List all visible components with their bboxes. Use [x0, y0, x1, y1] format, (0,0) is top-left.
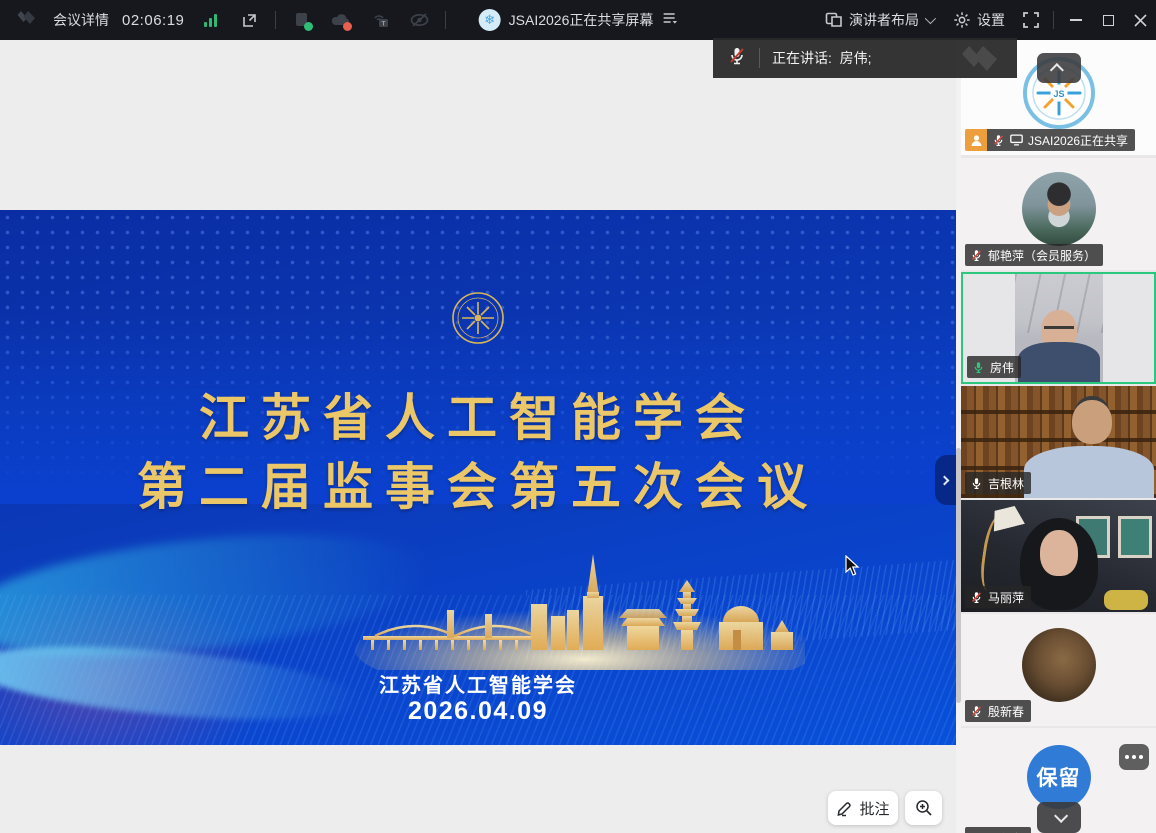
participant-label: 叶保留	[965, 827, 1031, 833]
participant-video	[1015, 274, 1103, 382]
share-options-icon[interactable]	[661, 11, 677, 30]
minimize-button[interactable]	[1060, 0, 1092, 40]
participant-label: 吉根林	[965, 472, 1031, 494]
muted-mic-icon	[727, 46, 747, 71]
chevron-down-icon	[925, 13, 936, 24]
speaking-label: 正在讲话:	[772, 50, 832, 66]
slide-title-line1: 江苏省人工智能学会	[0, 378, 956, 450]
layout-button[interactable]: 演讲者布局	[815, 0, 943, 40]
participant-tile-yinxinchun[interactable]: 殷新春	[961, 614, 1156, 726]
speaking-name: 房伟;	[840, 50, 872, 66]
gear-icon	[953, 11, 971, 29]
hide-view-eye-off-icon[interactable]	[406, 6, 432, 34]
meeting-timer: 02:06:19	[122, 12, 184, 29]
settings-button[interactable]: 设置	[943, 0, 1015, 40]
pen-icon	[836, 800, 853, 817]
scroll-up-button[interactable]	[1037, 53, 1081, 83]
participant-photo-avatar	[1022, 628, 1096, 702]
share-status-text: JSAI2026正在共享屏幕	[509, 10, 654, 30]
meeting-window: 会议详情 02:06:19 T	[0, 0, 1156, 833]
settings-button-label: 设置	[977, 10, 1005, 30]
annotate-button[interactable]: 批注	[828, 791, 898, 825]
slide-footer-org: 江苏省人工智能学会	[0, 669, 956, 698]
muted-mic-icon	[970, 705, 983, 718]
participant-tile-fangwei[interactable]: 房伟	[961, 272, 1156, 384]
sidebar-expand-handle[interactable]	[935, 455, 956, 505]
active-mic-icon	[972, 361, 985, 374]
mouse-cursor	[845, 555, 861, 582]
open-external-icon[interactable]	[236, 6, 262, 34]
svg-text:JS: JS	[1053, 89, 1064, 99]
muted-mic-icon	[970, 249, 983, 262]
close-button[interactable]	[1124, 0, 1156, 40]
slide-title-line2: 第二届监事会第五次会议	[0, 447, 956, 519]
zoom-in-button[interactable]	[905, 791, 942, 825]
participant-label: 郁艳萍（会员服务）	[965, 244, 1103, 266]
muted-mic-icon	[970, 591, 983, 604]
watermark-logo-icon	[957, 42, 1009, 78]
recording-status-icon[interactable]	[289, 6, 315, 34]
magnifier-plus-icon	[915, 799, 933, 817]
app-logo-icon	[14, 9, 40, 32]
participant-label: JSAI2026正在共享	[987, 129, 1135, 151]
svg-text:T: T	[381, 21, 385, 28]
shared-screen-area: 江苏省人工智能学会 第二届监事会第五次会议	[0, 40, 956, 833]
association-emblem-icon	[450, 290, 506, 351]
participant-label: 马丽萍	[965, 586, 1031, 608]
annotate-button-label: 批注	[859, 798, 889, 819]
participant-tile-maliping[interactable]: 马丽萍	[961, 500, 1156, 612]
participants-sidebar: JS JSAI2026正在共享 郁艳萍（会员服务）	[961, 40, 1156, 833]
participant-label: 殷新春	[965, 700, 1031, 722]
city-skyline-graphic	[335, 552, 805, 675]
participant-photo-avatar	[1022, 172, 1096, 246]
muted-mic-icon	[992, 134, 1005, 147]
maximize-button[interactable]	[1092, 0, 1124, 40]
captions-icon[interactable]: T	[367, 6, 393, 34]
screen-share-icon	[1010, 134, 1023, 146]
speaking-banner: 正在讲话: 房伟;	[713, 38, 1017, 78]
meeting-details-button[interactable]: 会议详情	[53, 10, 109, 30]
participant-tile-jigenlin[interactable]: 吉根林	[961, 386, 1156, 498]
participant-tile-yuyanping[interactable]: 郁艳萍（会员服务）	[961, 158, 1156, 270]
avatar-initials: 保留	[1037, 762, 1081, 792]
scroll-down-button[interactable]	[1037, 802, 1081, 833]
participant-initials-avatar: 保留	[1027, 745, 1091, 809]
cloud-status-icon[interactable]	[328, 6, 354, 34]
slide-footer-date: 2026.04.09	[0, 697, 956, 726]
more-options-button[interactable]	[1119, 744, 1149, 770]
presentation-slide: 江苏省人工智能学会 第二届监事会第五次会议	[0, 210, 956, 745]
fullscreen-button[interactable]	[1015, 0, 1047, 40]
mic-icon	[970, 477, 983, 490]
layout-button-label: 演讲者布局	[849, 10, 919, 30]
host-badge-icon	[965, 129, 987, 151]
network-signal-icon[interactable]	[197, 6, 223, 34]
sharer-avatar-icon: ❄	[479, 9, 501, 31]
titlebar: 会议详情 02:06:19 T	[0, 0, 1156, 40]
participant-label: 房伟	[967, 356, 1021, 378]
